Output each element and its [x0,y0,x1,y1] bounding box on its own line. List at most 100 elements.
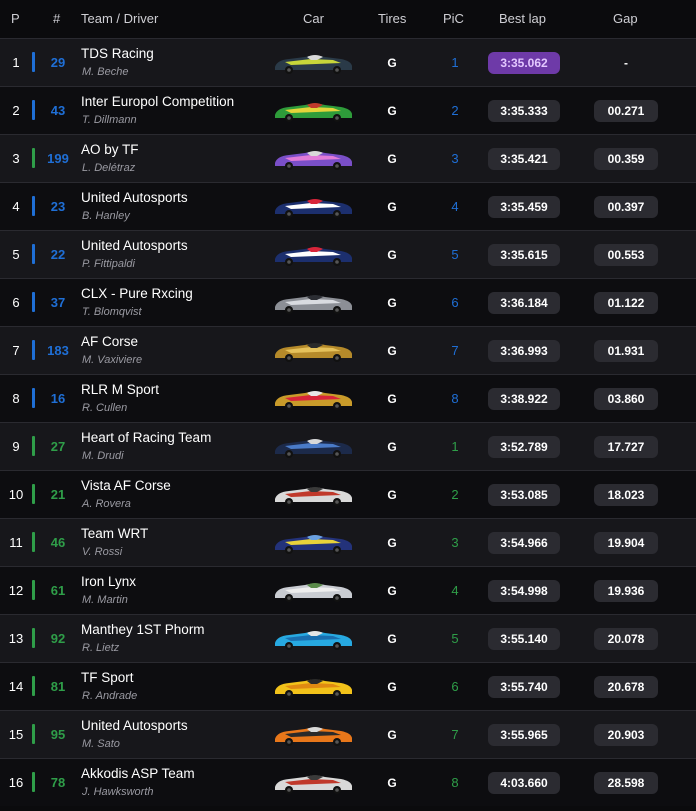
class-indicator-bar [32,388,35,408]
table-row[interactable]: 2 43 Inter Europol Competition T. Dillma… [0,86,696,134]
table-row[interactable]: 4 23 United Autosports B. Hanley G 4 3:3… [0,182,696,230]
table-row[interactable]: 6 37 CLX - Pure Rxcing T. Blomqvist G 6 … [0,278,696,326]
driver-name[interactable]: V. Rossi [82,546,122,558]
best-lap-time: 3:52.789 [488,436,560,458]
driver-name[interactable]: M. Drudi [82,450,124,462]
table-row[interactable]: 5 22 United Autosports P. Fittipaldi G 5… [0,230,696,278]
col-tires-header[interactable]: Tires [378,11,406,26]
car-livery-icon [275,391,352,410]
position: 1 [12,55,20,70]
best-lap-time: 3:38.922 [488,388,560,410]
col-team-driver-header[interactable]: Team / Driver [81,11,158,26]
position: 13 [8,631,24,646]
team-name[interactable]: CLX - Pure Rxcing [81,286,193,301]
best-lap-time: 3:53.085 [488,484,560,506]
car-number: 199 [47,151,69,166]
table-row[interactable]: 14 81 TF Sport R. Andrade G 6 3:55.740 2… [0,662,696,710]
driver-name[interactable]: M. Sato [82,738,120,750]
col-number-header[interactable]: # [53,11,60,26]
table-row[interactable]: 3 199 AO by TF L. Delétraz G 3 3:35.421 … [0,134,696,182]
gap-time: 00.359 [594,148,658,170]
team-name[interactable]: United Autosports [81,238,188,253]
team-name[interactable]: Heart of Racing Team [81,430,211,445]
gap-time: 00.553 [594,244,658,266]
car-livery-icon [275,199,352,218]
tire-compound: G [387,776,397,790]
table-row[interactable]: 11 46 Team WRT V. Rossi G 3 3:54.966 19.… [0,518,696,566]
class-indicator-bar [32,484,35,504]
position: 10 [8,487,24,502]
col-car-header[interactable]: Car [303,11,324,26]
team-name[interactable]: United Autosports [81,190,188,205]
class-indicator-bar [32,148,35,168]
table-row[interactable]: 9 27 Heart of Racing Team M. Drudi G 1 3… [0,422,696,470]
car-number: 21 [50,487,66,502]
table-row[interactable]: 1 29 TDS Racing M. Beche G 1 3:35.062 - [0,38,696,86]
car-livery-icon [275,487,352,506]
driver-name[interactable]: M. Beche [82,66,128,78]
driver-name[interactable]: J. Hawksworth [82,786,154,798]
team-name[interactable]: Manthey 1ST Phorm [81,622,205,637]
team-name[interactable]: Iron Lynx [81,574,136,589]
tire-compound: G [387,584,397,598]
gap-time: 28.598 [594,772,658,794]
car-number: 43 [50,103,66,118]
position-in-class: 6 [451,679,459,694]
table-row[interactable]: 10 21 Vista AF Corse A. Rovera G 2 3:53.… [0,470,696,518]
driver-name[interactable]: L. Delétraz [82,162,135,174]
car-livery-icon [275,295,352,314]
driver-name[interactable]: A. Rovera [82,498,131,510]
team-name[interactable]: AO by TF [81,142,139,157]
position-in-class: 8 [451,775,459,790]
table-header: P # Team / Driver Car Tires PiC Best lap… [0,0,696,38]
team-name[interactable]: United Autosports [81,718,188,733]
tire-compound: G [387,152,397,166]
team-name[interactable]: TF Sport [81,670,134,685]
best-lap-time: 3:36.184 [488,292,560,314]
position: 14 [8,679,24,694]
class-indicator-bar [32,532,35,552]
table-row[interactable]: 13 92 Manthey 1ST Phorm R. Lietz G 5 3:5… [0,614,696,662]
position: 5 [12,247,20,262]
class-indicator-bar [32,580,35,600]
driver-name[interactable]: R. Cullen [82,402,127,414]
team-name[interactable]: Vista AF Corse [81,478,171,493]
position-in-class: 3 [451,151,459,166]
driver-name[interactable]: T. Dillmann [82,114,137,126]
position: 11 [9,535,23,550]
car-number: 23 [50,199,66,214]
driver-name[interactable]: M. Vaxiviere [82,354,142,366]
position: 4 [12,199,20,214]
gap-time: 01.931 [594,340,658,362]
table-row[interactable]: 12 61 Iron Lynx M. Martin G 4 3:54.998 1… [0,566,696,614]
table-row[interactable]: 7 183 AF Corse M. Vaxiviere G 7 3:36.993… [0,326,696,374]
team-name[interactable]: RLR M Sport [81,382,159,397]
table-row[interactable]: 8 16 RLR M Sport R. Cullen G 8 3:38.922 … [0,374,696,422]
driver-name[interactable]: R. Andrade [82,690,137,702]
driver-name[interactable]: P. Fittipaldi [82,258,135,270]
team-name[interactable]: Team WRT [81,526,148,541]
col-gap-header[interactable]: Gap [613,11,638,26]
driver-name[interactable]: T. Blomqvist [82,306,142,318]
team-name[interactable]: Inter Europol Competition [81,94,234,109]
car-livery-icon [275,775,352,794]
table-row[interactable]: 16 78 Akkodis ASP Team J. Hawksworth G 8… [0,758,696,806]
team-name[interactable]: AF Corse [81,334,138,349]
standings-table: P # Team / Driver Car Tires PiC Best lap… [0,0,696,811]
driver-name[interactable]: B. Hanley [82,210,130,222]
position: 2 [12,103,20,118]
col-position-header[interactable]: P [11,11,20,26]
table-row[interactable]: 15 95 United Autosports M. Sato G 7 3:55… [0,710,696,758]
driver-name[interactable]: M. Martin [82,594,128,606]
team-name[interactable]: Akkodis ASP Team [81,766,195,781]
position-in-class: 4 [451,199,459,214]
tire-compound: G [387,488,397,502]
class-indicator-bar [32,724,35,744]
driver-name[interactable]: R. Lietz [82,642,119,654]
car-number: 81 [50,679,66,694]
team-name[interactable]: TDS Racing [81,46,154,61]
position-in-class: 1 [451,439,459,454]
tire-compound: G [387,392,397,406]
col-best-lap-header[interactable]: Best lap [499,11,546,26]
col-pic-header[interactable]: PiC [443,11,464,26]
